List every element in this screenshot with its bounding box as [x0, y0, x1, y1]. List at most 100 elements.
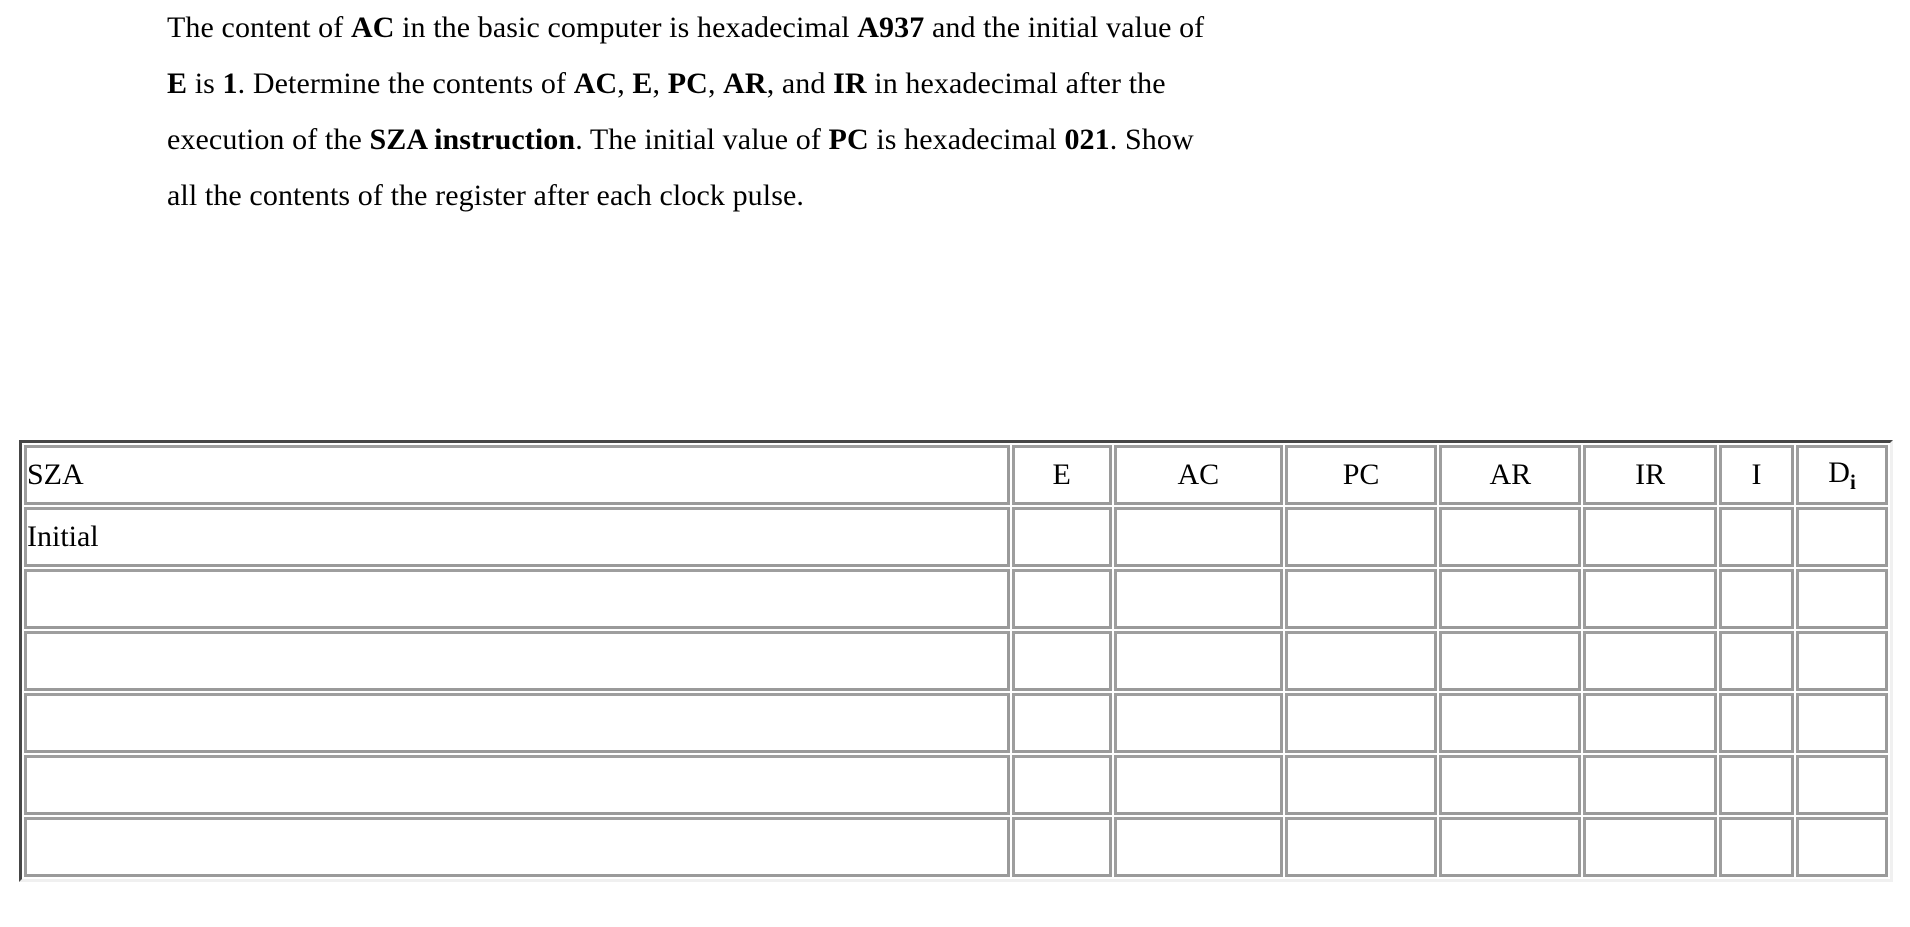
answer-cell[interactable]: [1113, 631, 1283, 691]
question-emphasis: AC: [350, 11, 395, 44]
question-text: , and: [766, 67, 834, 100]
column-header-e: E: [1011, 445, 1112, 505]
question-text: . Determine the contents of: [237, 67, 574, 100]
question-text: . The initial value of: [575, 123, 829, 156]
answer-cell[interactable]: [1284, 817, 1438, 877]
answer-cell[interactable]: [1583, 693, 1717, 753]
row-label-empty[interactable]: [24, 693, 1010, 753]
table-header-row: SZA E AC PC AR IR I Di: [24, 445, 1888, 505]
answer-cell[interactable]: [1011, 507, 1112, 567]
answer-cell[interactable]: [1113, 507, 1283, 567]
column-header-subscript: i: [1849, 469, 1856, 494]
answer-cell[interactable]: [1796, 817, 1888, 877]
answer-cell[interactable]: [1284, 755, 1438, 815]
question-emphasis: E: [632, 67, 653, 100]
question-text: ,: [617, 67, 633, 100]
column-header-label: SZA: [27, 458, 84, 491]
answer-cell[interactable]: [1113, 817, 1283, 877]
answer-cell[interactable]: [1439, 817, 1582, 877]
answer-cell[interactable]: [1439, 507, 1582, 567]
question-line-1: The content of AC in the basic computer …: [167, 0, 1857, 56]
answer-cell[interactable]: [1439, 569, 1582, 629]
row-label-empty[interactable]: [24, 569, 1010, 629]
column-header-ac: AC: [1113, 445, 1283, 505]
question-emphasis: E: [167, 67, 188, 100]
answer-cell[interactable]: [1796, 569, 1888, 629]
question-emphasis: PC: [828, 123, 869, 156]
answer-cell[interactable]: [1011, 631, 1112, 691]
column-header-sza: SZA: [24, 445, 1010, 505]
question-line-2: E is 1. Determine the contents of AC, E,…: [167, 56, 1857, 112]
column-header-label: AC: [1177, 458, 1220, 491]
question-line-4: all the contents of the register after e…: [167, 168, 1857, 224]
answer-cell[interactable]: [1011, 755, 1112, 815]
column-header-pc: PC: [1284, 445, 1438, 505]
answer-cell[interactable]: [1796, 631, 1888, 691]
question-text: in hexadecimal after the: [866, 67, 1166, 100]
answer-cell[interactable]: [1583, 631, 1717, 691]
answer-cell[interactable]: [1439, 631, 1582, 691]
answer-cell[interactable]: [1284, 507, 1438, 567]
column-header-label: E: [1052, 458, 1071, 491]
question-text: and the initial value of: [924, 11, 1205, 44]
answer-cell[interactable]: [1011, 817, 1112, 877]
question-text: all the contents of the register after e…: [167, 179, 804, 212]
table-row: [24, 693, 1888, 753]
question-text: . Show: [1109, 123, 1194, 156]
answer-cell[interactable]: [1718, 755, 1795, 815]
answer-cell[interactable]: [1796, 693, 1888, 753]
question-text: is: [187, 67, 223, 100]
column-header-d-i: Di: [1796, 445, 1888, 505]
question-emphasis: 1: [222, 67, 238, 100]
answer-cell[interactable]: [1718, 817, 1795, 877]
column-header-ir: IR: [1583, 445, 1717, 505]
answer-cell[interactable]: [1284, 569, 1438, 629]
column-header-label: IR: [1635, 458, 1666, 491]
question-text: execution of the: [167, 123, 370, 156]
answer-cell[interactable]: [1718, 569, 1795, 629]
answer-cell[interactable]: [1583, 817, 1717, 877]
answer-cell[interactable]: [1284, 693, 1438, 753]
row-label-empty[interactable]: [24, 631, 1010, 691]
question-emphasis: SZA instruction: [369, 123, 576, 156]
row-label-empty[interactable]: [24, 817, 1010, 877]
answer-cell[interactable]: [1718, 507, 1795, 567]
answer-cell[interactable]: [1439, 755, 1582, 815]
answer-cell[interactable]: [1113, 569, 1283, 629]
answer-cell[interactable]: [1583, 507, 1717, 567]
question-paragraph: The content of AC in the basic computer …: [167, 0, 1857, 224]
answer-cell[interactable]: [1284, 631, 1438, 691]
question-text: The content of: [167, 11, 351, 44]
table-row: [24, 569, 1888, 629]
row-label-empty[interactable]: [24, 755, 1010, 815]
answer-cell[interactable]: [1011, 569, 1112, 629]
register-trace-table: SZA E AC PC AR IR I Di Initial: [19, 440, 1893, 882]
question-text: in the basic computer is hexadecimal: [394, 11, 858, 44]
answer-cell[interactable]: [1796, 507, 1888, 567]
answer-cell[interactable]: [1796, 755, 1888, 815]
column-header-ar: AR: [1439, 445, 1582, 505]
table-row: [24, 755, 1888, 815]
question-text: ,: [652, 67, 668, 100]
table-row: [24, 817, 1888, 877]
question-text: is hexadecimal: [868, 123, 1065, 156]
question-emphasis: PC: [667, 67, 708, 100]
question-emphasis: AR: [723, 67, 767, 100]
answer-cell[interactable]: [1583, 569, 1717, 629]
row-label-initial[interactable]: Initial: [24, 507, 1010, 567]
table-header: SZA E AC PC AR IR I Di: [24, 445, 1888, 505]
answer-cell[interactable]: [1718, 693, 1795, 753]
question-emphasis: IR: [833, 67, 867, 100]
question-text: ,: [707, 67, 724, 100]
answer-cell[interactable]: [1011, 693, 1112, 753]
answer-cell[interactable]: [1113, 693, 1283, 753]
question-emphasis: 021: [1064, 123, 1110, 156]
question-line-3: execution of the SZA instruction. The in…: [167, 112, 1857, 168]
column-header-label: D: [1828, 455, 1850, 489]
answer-cell[interactable]: [1583, 755, 1717, 815]
answer-cell[interactable]: [1439, 693, 1582, 753]
answer-cell[interactable]: [1113, 755, 1283, 815]
answer-cell[interactable]: [1718, 631, 1795, 691]
table-row: Initial: [24, 507, 1888, 567]
question-emphasis: AC: [573, 67, 618, 100]
